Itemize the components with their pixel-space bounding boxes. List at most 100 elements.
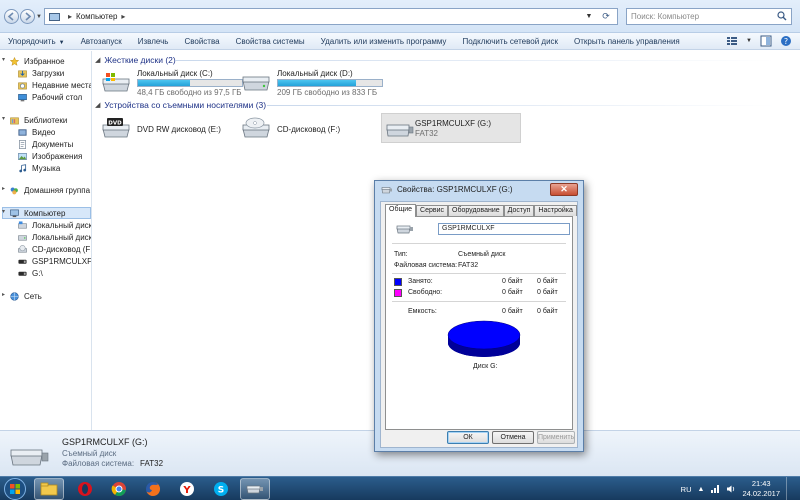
svg-text:DVD: DVD bbox=[108, 121, 122, 127]
volume-icon[interactable] bbox=[726, 484, 736, 494]
view-dropdown-icon[interactable]: ▼ bbox=[746, 38, 752, 44]
clock-time: 21:43 bbox=[751, 479, 771, 488]
clock[interactable]: 21:43 24.02.2017 bbox=[742, 479, 780, 499]
help-icon[interactable]: ? bbox=[780, 35, 792, 47]
sidebar-item-homegroup[interactable]: Домашняя группа bbox=[10, 184, 90, 196]
close-button[interactable]: ✕ bbox=[550, 183, 578, 196]
sidebar-item-recent[interactable]: Недавние места bbox=[18, 79, 91, 91]
breadcrumb-chevron-icon[interactable]: ▸ bbox=[68, 12, 72, 21]
sidebar-item-video[interactable]: Видео bbox=[18, 126, 55, 138]
drive-free-space: 209 ГБ свободно из 833 ГБ bbox=[277, 88, 378, 97]
view-options-icon[interactable] bbox=[726, 35, 738, 47]
sidebar-item-documents[interactable]: Документы bbox=[18, 138, 73, 150]
divider bbox=[392, 273, 566, 274]
sidebar-item-downloads[interactable]: Загрузки bbox=[18, 67, 64, 79]
open-control-panel-button[interactable]: Открыть панель управления bbox=[566, 37, 688, 46]
drive-cd-f[interactable]: CD-дисковод (F:) bbox=[241, 117, 381, 145]
drive-usage-fill bbox=[138, 80, 190, 86]
desktop-icon bbox=[18, 93, 27, 101]
sidebar-item-favorites[interactable]: Избранное bbox=[10, 55, 65, 67]
organize-button[interactable]: Упорядочить ▼ bbox=[0, 37, 73, 46]
collapse-chevron-icon[interactable]: ◢ bbox=[95, 56, 100, 64]
breadcrumb-chevron-icon[interactable]: ▸ bbox=[121, 12, 125, 21]
back-button[interactable] bbox=[4, 9, 19, 24]
taskbar-chrome[interactable] bbox=[104, 478, 134, 500]
tab-sharing[interactable]: Доступ bbox=[503, 205, 535, 216]
taskbar-firefox[interactable] bbox=[138, 478, 168, 500]
tab-general[interactable]: Общие bbox=[385, 204, 417, 217]
search-input[interactable]: Поиск: Компьютер bbox=[626, 8, 792, 25]
tab-hardware[interactable]: Оборудование bbox=[448, 205, 504, 216]
address-input[interactable]: ▸ Компьютер ▸ ▼ ⟳ bbox=[44, 8, 618, 25]
free-bytes: 0 байт bbox=[502, 289, 523, 296]
breadcrumb-computer[interactable]: Компьютер bbox=[76, 12, 117, 21]
dialog-titlebar[interactable]: Свойства: GSP1RMCULXF (G:) bbox=[381, 185, 513, 194]
start-button-icon[interactable] bbox=[2, 478, 28, 500]
svg-text:S: S bbox=[218, 486, 224, 496]
sidebar-item-music[interactable]: Музыка bbox=[18, 162, 60, 174]
drive-dvd-e[interactable]: DVD DVD RW дисковод (E:) bbox=[101, 117, 241, 145]
sidebar-item-desktop[interactable]: Рабочий стол bbox=[18, 91, 82, 103]
taskbar-yandex[interactable]: Y bbox=[172, 478, 202, 500]
yandex-browser-icon: Y bbox=[180, 482, 194, 496]
sidebar-item-network[interactable]: Сеть bbox=[10, 290, 42, 302]
group-header-removable[interactable]: ◢ Устройства со съемными носителями (3) bbox=[95, 100, 266, 110]
sidebar-item-images[interactable]: Изображения bbox=[18, 150, 82, 162]
tab-tools[interactable]: Сервис bbox=[416, 205, 449, 216]
expand-chevron-icon[interactable]: ▸ bbox=[2, 185, 8, 192]
expand-chevron-icon[interactable]: ▾ bbox=[2, 56, 8, 63]
network-status-icon[interactable] bbox=[710, 484, 720, 494]
map-network-drive-button[interactable]: Подключить сетевой диск bbox=[454, 37, 566, 46]
drive-name: DVD RW дисковод (E:) bbox=[137, 125, 221, 134]
taskbar-explorer[interactable] bbox=[34, 478, 64, 500]
used-size: 0 байт bbox=[537, 278, 558, 285]
network-icon bbox=[10, 291, 19, 301]
system-properties-button[interactable]: Свойства системы bbox=[228, 37, 313, 46]
autoplay-button[interactable]: Автозапуск bbox=[73, 37, 130, 46]
sidebar-label: Сеть bbox=[24, 291, 42, 301]
taskbar-opera[interactable] bbox=[70, 478, 100, 500]
refresh-icon[interactable]: ⟳ bbox=[599, 10, 613, 23]
expand-chevron-icon[interactable]: ▾ bbox=[2, 208, 8, 215]
taskbar-drive-properties[interactable] bbox=[240, 478, 270, 500]
forward-button[interactable] bbox=[20, 9, 35, 24]
sidebar-item-disk-d[interactable]: Локальный диск (D:) bbox=[18, 231, 91, 243]
preview-pane-icon[interactable] bbox=[760, 35, 772, 47]
volume-label-input[interactable]: GSP1RMCULXF bbox=[438, 223, 570, 235]
sidebar-item-g[interactable]: G:\ bbox=[18, 267, 43, 279]
used-space-swatch bbox=[394, 278, 402, 286]
show-desktop-button[interactable] bbox=[786, 477, 794, 500]
music-icon bbox=[19, 163, 27, 172]
sidebar-item-usb-g[interactable]: GSP1RMCULXF (G:) bbox=[18, 255, 91, 267]
expand-chevron-icon[interactable]: ▸ bbox=[2, 291, 8, 298]
dialog-body: Общие Сервис Оборудование Доступ Настрой… bbox=[380, 201, 578, 448]
free-space-swatch bbox=[394, 289, 402, 297]
details-fs-value: FAT32 bbox=[140, 459, 164, 468]
language-indicator[interactable]: RU bbox=[681, 485, 692, 494]
usb-drive-icon bbox=[18, 271, 27, 276]
properties-button[interactable]: Свойства bbox=[176, 37, 227, 46]
drive-c[interactable]: Локальный диск (C:) 48,4 ГБ свободно из … bbox=[101, 69, 247, 97]
tab-customize[interactable]: Настройка bbox=[534, 205, 577, 216]
taskbar-skype[interactable]: S bbox=[206, 478, 236, 500]
uninstall-program-button[interactable]: Удалить или изменить программу bbox=[313, 37, 455, 46]
eject-button[interactable]: Извлечь bbox=[130, 37, 177, 46]
sidebar-item-libraries[interactable]: Библиотеки bbox=[10, 114, 67, 126]
drive-usb-g[interactable]: GSP1RMCULXF (G:) FAT32 bbox=[385, 117, 515, 145]
hard-drive-icon bbox=[18, 234, 27, 240]
sidebar-item-cd-f[interactable]: CD-дисковод (F:) bbox=[18, 243, 91, 255]
expand-chevron-icon[interactable]: ▾ bbox=[2, 115, 8, 122]
search-icon[interactable] bbox=[777, 11, 787, 21]
recent-pages-chevron-icon[interactable]: ▼ bbox=[36, 14, 42, 20]
drive-d[interactable]: Локальный диск (D:) 209 ГБ свободно из 8… bbox=[241, 69, 387, 97]
sidebar-item-computer[interactable]: Компьютер bbox=[10, 207, 65, 219]
group-header-hard-disks[interactable]: ◢ Жесткие диски (2) bbox=[95, 55, 176, 65]
address-dropdown-icon[interactable]: ▼ bbox=[583, 10, 595, 23]
cancel-button[interactable]: Отмена bbox=[492, 431, 534, 444]
show-hidden-icons-chevron-icon[interactable]: ▲ bbox=[698, 486, 705, 493]
sidebar-item-disk-c[interactable]: Локальный диск (C:) bbox=[18, 219, 91, 231]
apply-button[interactable]: Применить bbox=[537, 431, 575, 444]
free-label: Свободно: bbox=[408, 289, 443, 296]
ok-button[interactable]: ОК bbox=[447, 431, 489, 444]
collapse-chevron-icon[interactable]: ◢ bbox=[95, 101, 100, 109]
